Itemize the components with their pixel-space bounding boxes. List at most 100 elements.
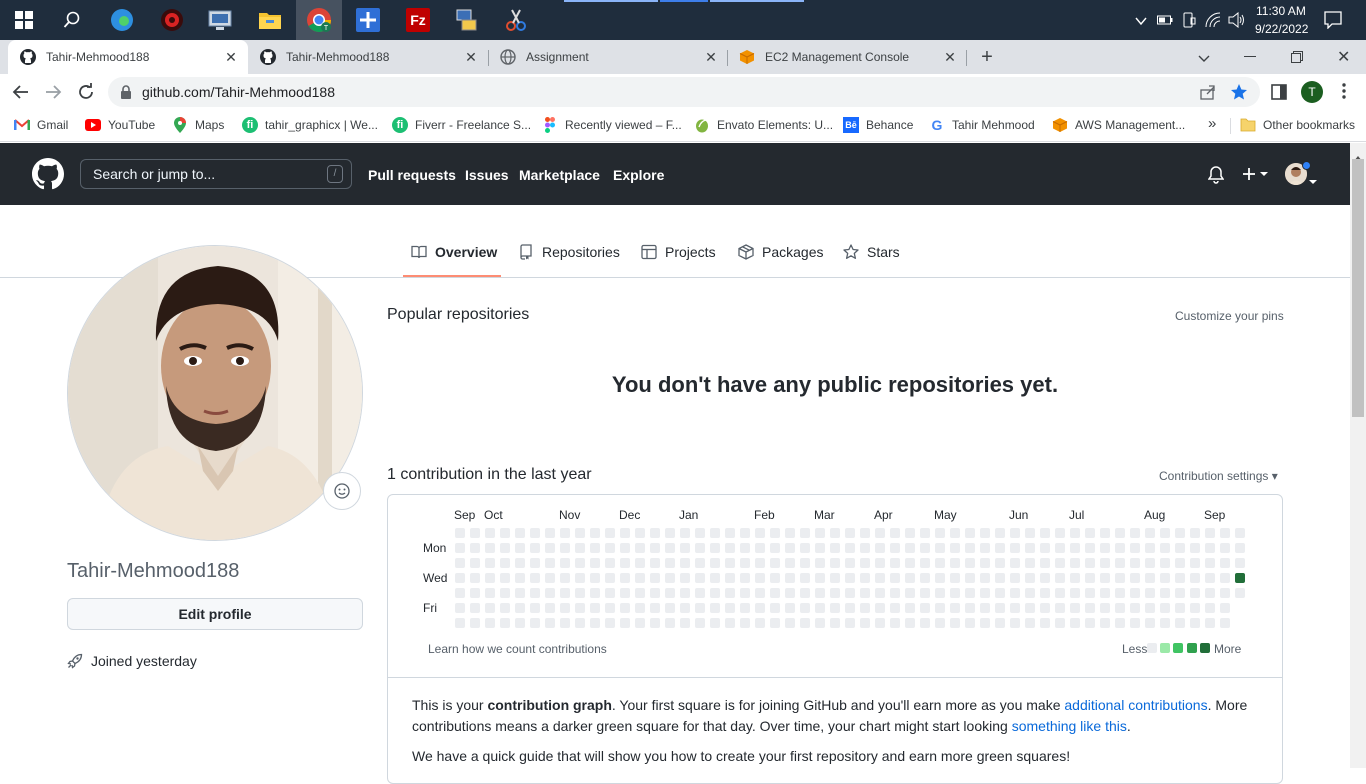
contribution-day-cell[interactable] <box>1085 588 1095 598</box>
contribution-day-cell[interactable] <box>890 528 900 538</box>
contribution-day-cell[interactable] <box>1070 588 1080 598</box>
contribution-day-cell[interactable] <box>935 618 945 628</box>
contribution-day-cell[interactable] <box>1085 543 1095 553</box>
contribution-day-cell[interactable] <box>1220 618 1230 628</box>
contribution-day-cell[interactable] <box>470 618 480 628</box>
contribution-day-cell[interactable] <box>1160 558 1170 568</box>
close-icon[interactable]: ✕ <box>939 49 961 66</box>
contribution-day-cell[interactable] <box>1100 588 1110 598</box>
contribution-day-cell[interactable] <box>1100 528 1110 538</box>
contribution-day-cell[interactable] <box>635 528 645 538</box>
contribution-day-cell[interactable] <box>545 573 555 583</box>
contribution-day-cell[interactable] <box>905 603 915 613</box>
contribution-day-cell[interactable] <box>635 543 645 553</box>
contribution-day-cell[interactable] <box>845 588 855 598</box>
contribution-day-cell[interactable] <box>1145 603 1155 613</box>
bookmarks-overflow-button[interactable]: » <box>1208 115 1216 132</box>
contribution-day-cell[interactable] <box>800 588 810 598</box>
contribution-day-cell[interactable] <box>1055 618 1065 628</box>
contribution-day-cell[interactable] <box>875 543 885 553</box>
contribution-day-cell[interactable] <box>935 558 945 568</box>
bookmark-star-icon[interactable] <box>1230 83 1248 106</box>
notifications-icon[interactable] <box>1324 11 1342 34</box>
page-scrollbar[interactable] <box>1350 143 1366 768</box>
contribution-day-cell[interactable] <box>1115 543 1125 553</box>
contribution-day-cell[interactable] <box>1115 588 1125 598</box>
contribution-day-cell[interactable] <box>1145 543 1155 553</box>
contribution-day-cell[interactable] <box>1145 618 1155 628</box>
contribution-day-cell[interactable] <box>1175 558 1185 568</box>
contribution-day-cell[interactable] <box>1085 528 1095 538</box>
share-icon[interactable] <box>1200 84 1216 105</box>
contribution-day-cell[interactable] <box>1025 588 1035 598</box>
contribution-day-cell[interactable] <box>935 528 945 538</box>
additional-contributions-link[interactable]: additional contributions <box>1064 697 1207 713</box>
contribution-day-cell[interactable] <box>1175 588 1185 598</box>
network-app-icon[interactable] <box>204 4 236 36</box>
browser-tab[interactable]: Assignment ✕ <box>488 40 728 74</box>
contribution-day-cell[interactable] <box>905 543 915 553</box>
contribution-day-cell[interactable] <box>560 618 570 628</box>
address-bar[interactable]: github.com/Tahir-Mehmood188 <box>108 77 1260 107</box>
contribution-day-cell[interactable] <box>560 573 570 583</box>
contribution-day-cell[interactable] <box>890 588 900 598</box>
contribution-day-cell[interactable] <box>1205 588 1215 598</box>
contribution-day-cell[interactable] <box>455 543 465 553</box>
browser-tab[interactable]: EC2 Management Console ✕ <box>727 40 967 74</box>
close-icon[interactable]: ✕ <box>460 49 482 66</box>
contribution-day-cell[interactable] <box>665 588 675 598</box>
contribution-day-cell[interactable] <box>875 588 885 598</box>
contribution-day-cell[interactable] <box>740 558 750 568</box>
contribution-day-cell[interactable] <box>1085 558 1095 568</box>
contribution-day-cell[interactable] <box>755 543 765 553</box>
contribution-day-cell[interactable] <box>815 528 825 538</box>
close-window-icon[interactable]: ✕ <box>1337 47 1350 67</box>
contribution-day-cell[interactable] <box>830 603 840 613</box>
something-like-this-link[interactable]: something like this <box>1012 718 1127 734</box>
contribution-day-cell[interactable] <box>1055 573 1065 583</box>
contribution-day-cell[interactable] <box>545 528 555 538</box>
nav-marketplace[interactable]: Marketplace <box>519 167 600 183</box>
contribution-day-cell[interactable] <box>605 618 615 628</box>
nav-pull-requests[interactable]: Pull requests <box>368 167 456 183</box>
contribution-day-cell[interactable] <box>560 528 570 538</box>
contribution-day-cell[interactable] <box>800 528 810 538</box>
contribution-day-cell[interactable] <box>1205 543 1215 553</box>
contribution-day-cell[interactable] <box>1235 558 1245 568</box>
contribution-day-cell[interactable] <box>830 543 840 553</box>
contribution-day-cell[interactable] <box>590 573 600 583</box>
contribution-day-cell[interactable] <box>680 588 690 598</box>
contribution-day-cell[interactable] <box>950 543 960 553</box>
contribution-day-cell[interactable] <box>770 558 780 568</box>
contribution-day-cell[interactable] <box>500 558 510 568</box>
contribution-day-cell[interactable] <box>590 558 600 568</box>
contribution-day-cell[interactable] <box>455 603 465 613</box>
contribution-day-cell[interactable] <box>1160 618 1170 628</box>
learn-contributions-link[interactable]: Learn how we count contributions <box>428 642 607 656</box>
contribution-day-cell[interactable] <box>1220 558 1230 568</box>
contribution-day-cell[interactable] <box>575 543 585 553</box>
contribution-day-cell[interactable] <box>650 603 660 613</box>
contribution-day-cell[interactable] <box>725 618 735 628</box>
contribution-day-cell[interactable] <box>785 588 795 598</box>
contribution-day-cell[interactable] <box>725 528 735 538</box>
snipping-icon[interactable] <box>500 4 532 36</box>
contribution-day-cell[interactable] <box>515 543 525 553</box>
back-arrow-icon[interactable] <box>12 83 30 106</box>
contribution-day-cell[interactable] <box>605 543 615 553</box>
contribution-day-cell[interactable] <box>485 588 495 598</box>
more-vertical-icon[interactable] <box>1342 83 1346 104</box>
contribution-day-cell[interactable] <box>1115 618 1125 628</box>
contribution-day-cell[interactable] <box>575 588 585 598</box>
contribution-day-cell[interactable] <box>650 573 660 583</box>
tab-overview[interactable]: Overview <box>411 244 497 260</box>
contribution-day-cell[interactable] <box>920 588 930 598</box>
contribution-day-cell[interactable] <box>785 573 795 583</box>
bookmark-gmail[interactable]: Gmail <box>14 117 68 133</box>
contribution-day-cell[interactable] <box>995 588 1005 598</box>
contribution-day-cell[interactable] <box>845 573 855 583</box>
contribution-day-cell[interactable] <box>950 573 960 583</box>
contribution-day-cell[interactable] <box>650 588 660 598</box>
contribution-day-cell[interactable] <box>1040 618 1050 628</box>
contribution-day-cell[interactable] <box>920 618 930 628</box>
